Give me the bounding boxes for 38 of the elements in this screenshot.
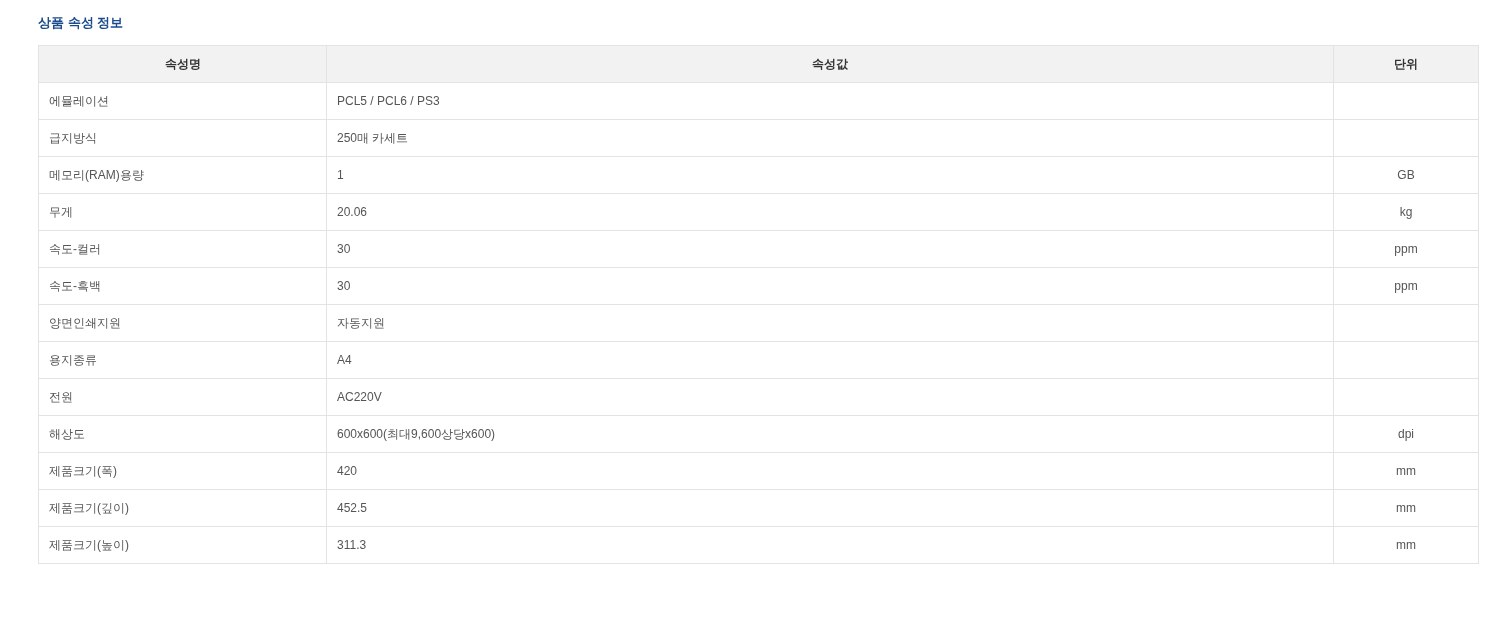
attribute-value: A4 (337, 353, 352, 367)
attribute-name: 전원 (49, 389, 73, 404)
column-header: 속성명 (164, 56, 201, 71)
attribute-value: 420 (337, 464, 358, 478)
column-header: 단위 (1394, 56, 1418, 71)
attribute-value: 452.5 (337, 501, 368, 515)
attribute-value: 20.06 (337, 205, 368, 219)
unit-text: dpi (1398, 427, 1414, 441)
unit-text: mm (1396, 501, 1416, 515)
attribute-name: 속도-흑백 (49, 278, 101, 293)
section-title: 상품 속성 정보 (38, 14, 125, 32)
unit-text: mm (1396, 538, 1416, 552)
attribute-name: 양면인쇄지원 (49, 315, 121, 330)
unit-text: kg (1399, 205, 1413, 219)
attribute-value: 30 (337, 242, 351, 256)
unit-text: ppm (1394, 242, 1418, 256)
attribute-name: 메모리(RAM)용량 (49, 167, 144, 182)
attribute-name: 무게 (49, 204, 73, 219)
attribute-name: 제품크기(폭) (49, 463, 117, 478)
attribute-value: 311.3 (337, 538, 367, 552)
attribute-name: 속도-컬러 (49, 241, 101, 256)
attribute-value: 600x600(최대9,600상당x600) (337, 426, 496, 441)
unit-text: ppm (1394, 279, 1418, 293)
attribute-value: 1 (337, 168, 344, 182)
attribute-name: 에뮬레이션 (49, 93, 109, 108)
unit-text: GB (1397, 168, 1415, 182)
attribute-value: 30 (337, 279, 351, 293)
unit-text: mm (1396, 464, 1416, 478)
attribute-value: 자동지원 (337, 315, 385, 330)
attribute-name: 제품크기(높이) (49, 537, 129, 552)
attribute-value: 250매 카세트 (337, 130, 409, 145)
attribute-value: PCL5 / PCL6 / PS3 (337, 94, 440, 108)
attribute-value: AC220V (337, 390, 382, 404)
attribute-name: 용지종류 (49, 352, 97, 367)
attribute-name: 제품크기(깊이) (49, 500, 129, 515)
attribute-name: 급지방식 (49, 130, 97, 145)
column-header: 속성값 (812, 56, 848, 71)
attribute-name: 해상도 (49, 426, 85, 441)
